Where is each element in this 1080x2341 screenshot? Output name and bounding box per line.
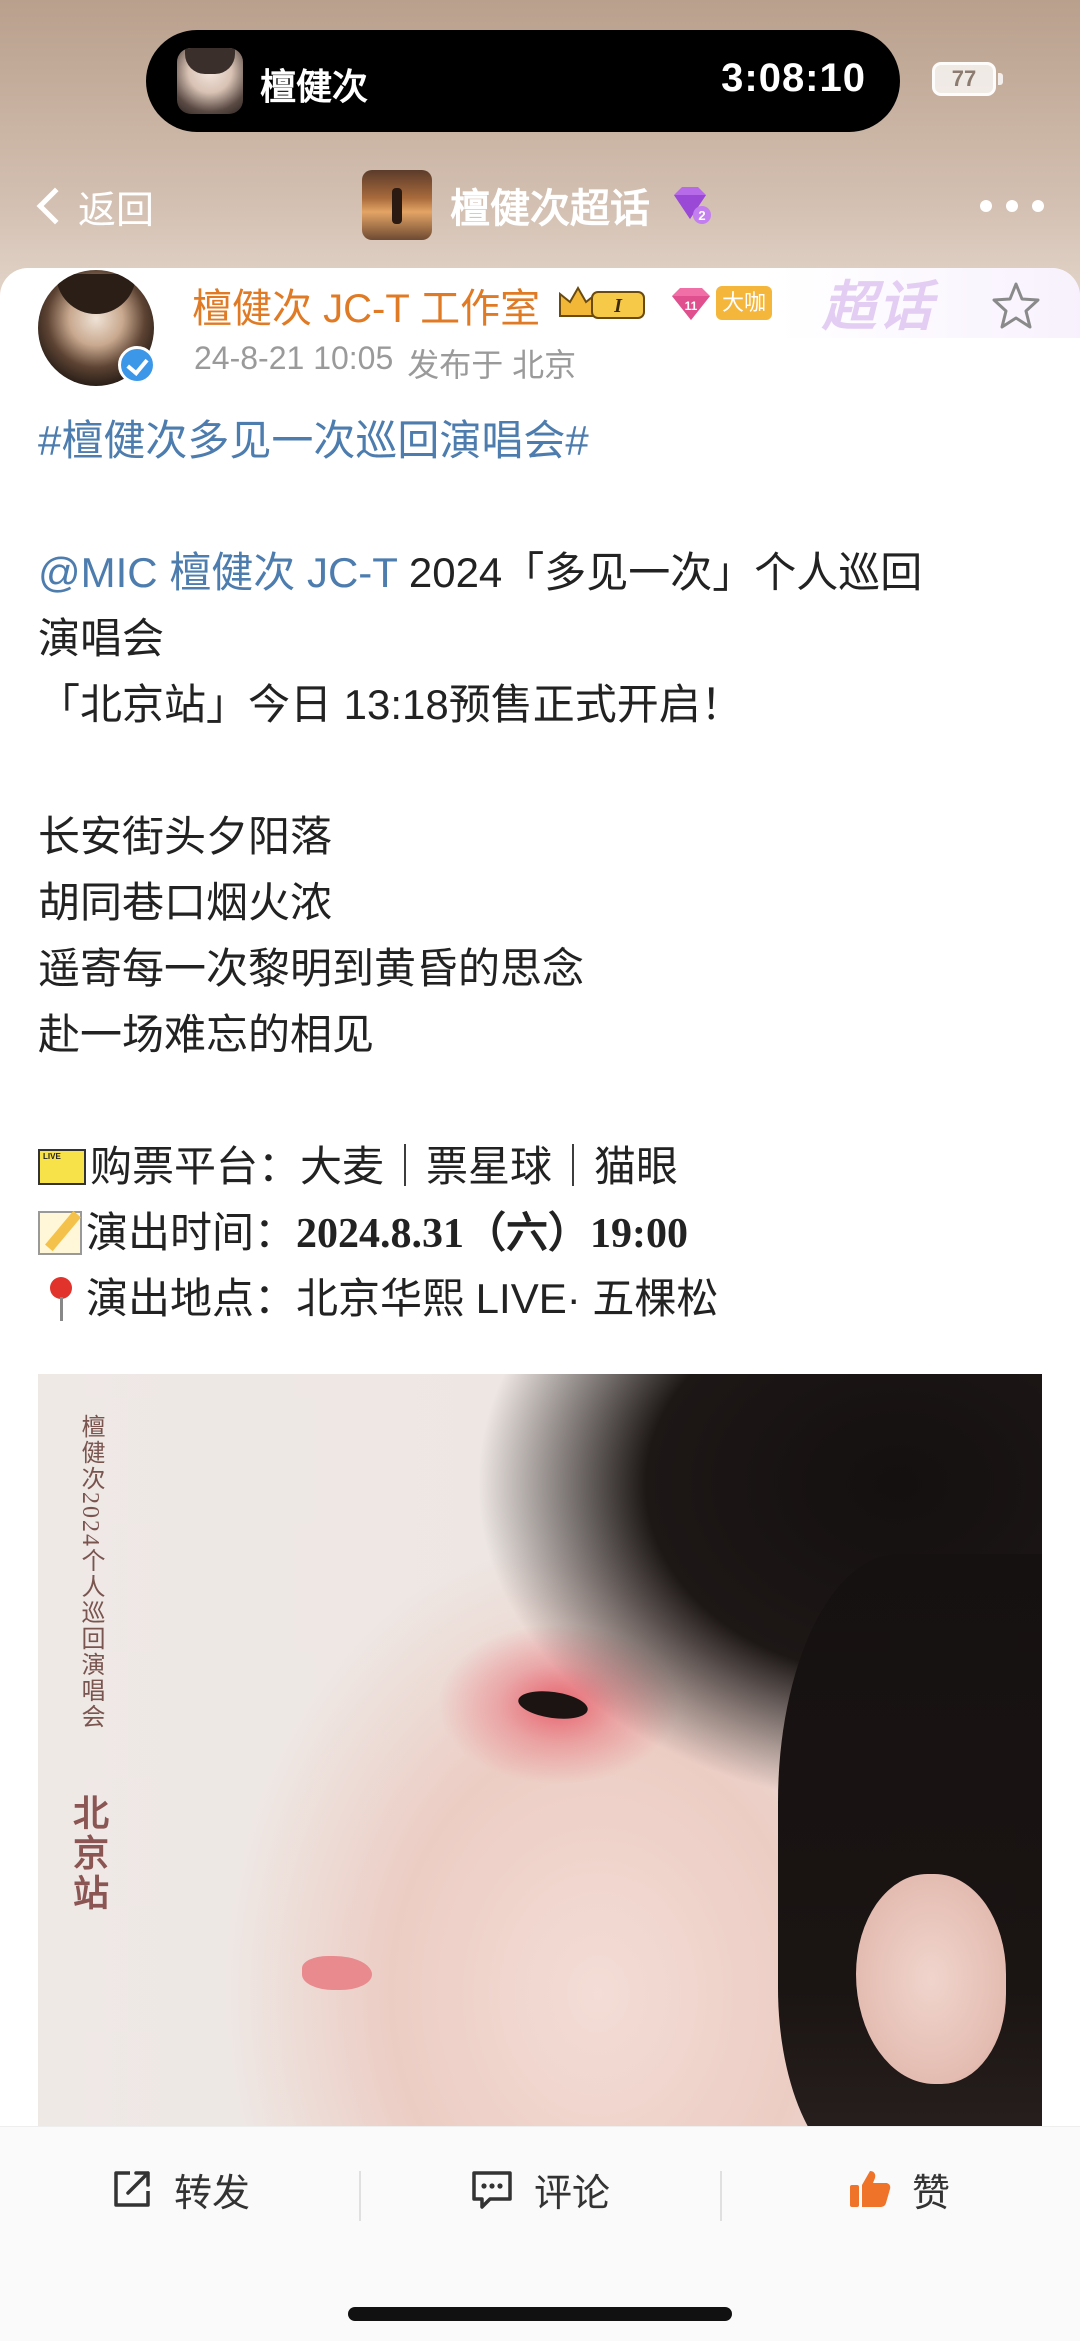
supertopic-header[interactable]: 檀健次超话 2 (362, 170, 712, 240)
supertopic-thumbnail (362, 170, 432, 240)
dot (1006, 200, 1018, 212)
back-button[interactable]: 返回 (30, 176, 154, 236)
poem-line: 长安街头夕阳落 (38, 813, 333, 860)
divider (359, 2171, 361, 2221)
chevron-left-icon (36, 187, 74, 225)
post-text-line: 「北京站」今日 13:18预售正式开启！ (38, 681, 743, 728)
page-title: 檀健次超话 (450, 187, 650, 231)
venue-label: 演出地点： (86, 1275, 297, 1322)
post-text-line: 2024「多见一次」个人巡回 (397, 549, 923, 596)
svg-text:2: 2 (698, 208, 705, 223)
concert-poster-image[interactable]: 檀健次2024个人巡回演唱会 北京站 (38, 1374, 1042, 2126)
comment-button[interactable]: 评论 (468, 2161, 610, 2217)
post-date: 24-8-21 10:05 (194, 340, 394, 376)
share-icon (114, 2171, 150, 2207)
post-text-line: 演唱会 (38, 615, 165, 662)
verified-icon (118, 346, 156, 384)
poem-line: 遥寄每一次黎明到黄昏的思念 (38, 945, 585, 992)
star-icon[interactable] (990, 280, 1042, 332)
post-body: #檀健次多见一次巡回演唱会# @MIC 檀健次 JC-T 2024「多见一次」个… (38, 408, 1048, 1332)
crown-badge-icon: I (556, 280, 646, 324)
screen: 檀健次 3:08:10 77 返回 檀健次超话 2 超话 檀健次 JC-T 工作… (0, 0, 1080, 2341)
live-activity-name: 檀健次 (260, 66, 369, 107)
hashtag-link[interactable]: #檀健次多见一次巡回演唱会# (38, 417, 589, 464)
back-label: 返回 (78, 189, 155, 232)
supertopic-watermark: 超话 (822, 277, 934, 337)
home-indicator[interactable] (348, 2307, 732, 2321)
daka-badge: 大咖 (716, 286, 772, 320)
memo-icon (38, 1210, 82, 1255)
comment-label: 评论 (534, 2172, 611, 2215)
like-label: 赞 (912, 2172, 951, 2215)
show-time: 2024.8.31（六）19:00 (296, 1211, 689, 1257)
thumbs-up-icon (850, 2171, 891, 2207)
more-options-icon[interactable] (980, 196, 1044, 216)
poster-city: 北京站 (68, 1794, 108, 1914)
poem-line: 胡同巷口烟火浓 (38, 879, 333, 926)
repost-button[interactable]: 转发 (108, 2161, 250, 2217)
battery-tip (998, 73, 1003, 85)
comment-icon (472, 2171, 512, 2209)
svg-text:I: I (613, 295, 623, 317)
ticket-label: 购票平台： (90, 1143, 301, 1190)
poster-lips (302, 1956, 372, 1990)
ticket-platforms: 大麦｜票星球｜猫眼 (300, 1143, 679, 1190)
post-location: 发布于 北京 (407, 347, 577, 383)
poster-title: 檀健次2024个人巡回演唱会 (77, 1414, 103, 1730)
poem-line: 赴一场难忘的相见 (38, 1011, 375, 1058)
author-name[interactable]: 檀健次 JC-T 工作室 (192, 276, 540, 334)
repost-label: 转发 (174, 2172, 251, 2215)
battery-icon: 77 (932, 62, 996, 96)
venue-name: 北京华熙 LIVE· 五棵松 (296, 1275, 719, 1322)
location-pin-icon (46, 1276, 76, 1321)
mention-link[interactable]: @MIC 檀健次 JC-T (38, 549, 397, 596)
dot (980, 200, 992, 212)
ticket-icon (38, 1148, 86, 1185)
like-button[interactable]: 赞 (846, 2161, 950, 2217)
time-label: 演出时间： (86, 1209, 297, 1256)
live-activity-avatar (177, 48, 243, 114)
live-activity-timer: 3:08:10 (721, 56, 866, 100)
live-activity-pill[interactable]: 檀健次 3:08:10 (146, 30, 900, 132)
svg-text:11: 11 (685, 299, 698, 313)
fan-badge-icon: 11 (668, 286, 714, 322)
post-meta: 24-8-21 10:05 发布于 北京 (194, 340, 576, 386)
divider (720, 2171, 722, 2221)
gem-level-icon: 2 (668, 185, 712, 225)
dot (1032, 200, 1044, 212)
